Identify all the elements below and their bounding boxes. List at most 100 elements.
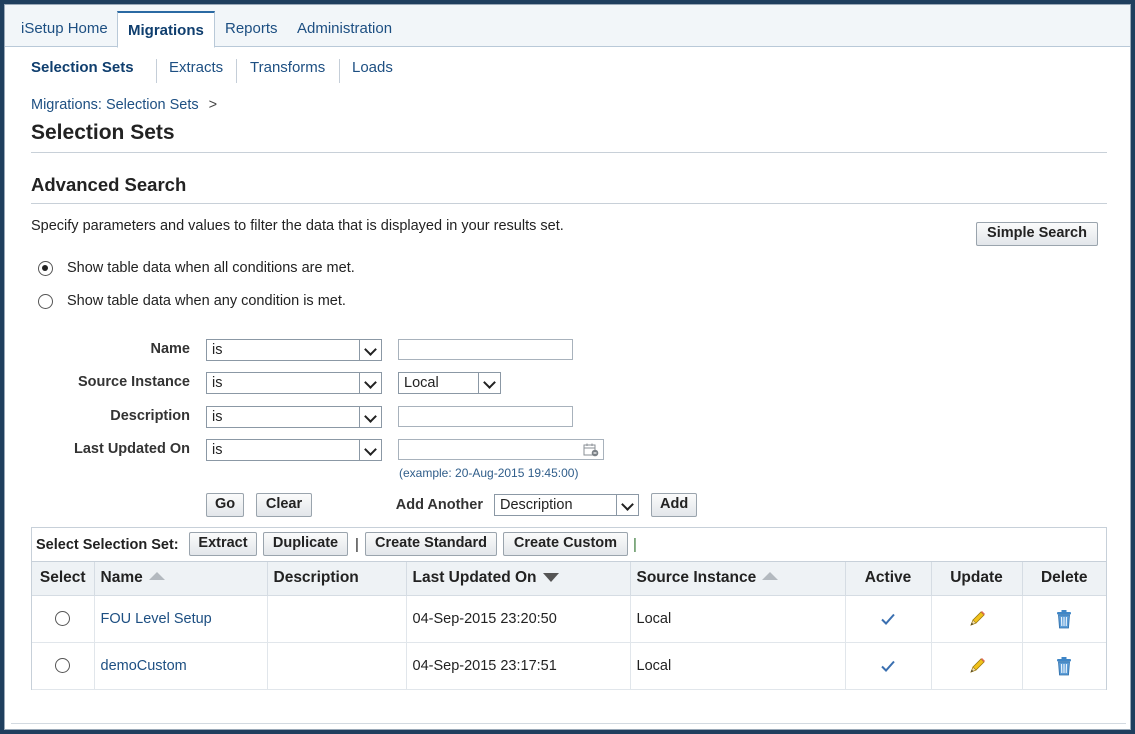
create-custom-button[interactable]: Create Custom (503, 532, 628, 556)
description-label: Description (110, 408, 190, 424)
column-header-update: Update (931, 562, 1023, 596)
results-table: Select Selection Set: Extract Duplicate … (31, 527, 1107, 690)
page-title: Selection Sets (31, 121, 175, 144)
selection-sets-table: Select Name Description Last Updated On … (32, 562, 1106, 690)
name-operator-value: is (212, 342, 223, 358)
radio-any-label: Show table data when any condition is me… (67, 293, 346, 309)
add-another-select[interactable]: Description (494, 494, 639, 516)
subtab-transforms[interactable]: Transforms (250, 59, 325, 76)
last-updated-operator-select[interactable]: is (206, 439, 382, 461)
row-name-link[interactable]: demoCustom (94, 642, 268, 690)
subtab-extracts[interactable]: Extracts (169, 59, 223, 76)
checkmark-icon (881, 660, 895, 672)
row-source-instance: Local (630, 595, 846, 643)
extract-button[interactable]: Extract (189, 532, 257, 556)
row-select-radio[interactable] (55, 658, 71, 674)
source-instance-operator-select[interactable]: is (206, 372, 382, 394)
description-value-input[interactable] (398, 406, 573, 427)
last-updated-operator-value: is (212, 442, 223, 458)
name-value-input[interactable] (398, 339, 573, 360)
section-title: Advanced Search (31, 174, 187, 195)
sort-ascending-icon[interactable] (762, 572, 779, 581)
name-label: Name (150, 341, 191, 357)
column-header-select: Select (32, 562, 95, 596)
column-header-last-updated[interactable]: Last Updated On (406, 562, 631, 596)
pencil-icon[interactable] (967, 656, 987, 676)
radio-all-conditions[interactable] (38, 261, 53, 276)
source-instance-value-select[interactable]: Local (398, 372, 501, 394)
tab-administration[interactable]: Administration (287, 11, 402, 47)
add-another-value: Description (500, 497, 573, 513)
trash-icon[interactable] (1055, 609, 1073, 629)
row-last-updated: 04-Sep-2015 23:20:50 (406, 595, 631, 643)
column-header-description: Description (267, 562, 407, 596)
table-header-row: Select Name Description Last Updated On … (32, 562, 1106, 596)
subtab-divider (236, 59, 237, 83)
add-another-label: Add Another (395, 497, 483, 513)
row-delete-cell (1022, 595, 1106, 643)
app-window: iSetup Home Migrations Reports Administr… (4, 4, 1131, 730)
source-instance-operator-value: is (212, 375, 223, 391)
column-header-last-updated-label: Last Updated On (412, 569, 537, 587)
calendar-icon[interactable] (583, 443, 599, 457)
description-operator-select[interactable]: is (206, 406, 382, 428)
row-description (267, 595, 407, 643)
radio-any-condition[interactable] (38, 294, 53, 309)
chevron-down-icon (359, 373, 381, 393)
chevron-down-icon (359, 407, 381, 427)
row-description (267, 642, 407, 690)
section-divider (31, 203, 1107, 204)
last-updated-label: Last Updated On (73, 441, 190, 457)
subtab-divider (339, 59, 340, 83)
toolbar-separator: | (633, 536, 637, 553)
chevron-down-icon (478, 373, 500, 393)
name-operator-select[interactable]: is (206, 339, 382, 361)
column-header-name[interactable]: Name (94, 562, 268, 596)
description-operator-value: is (212, 409, 223, 425)
subtab-loads[interactable]: Loads (352, 59, 393, 76)
column-header-name-label: Name (100, 569, 143, 587)
table-row: FOU Level Setup 04-Sep-2015 23:20:50 Loc… (32, 595, 1106, 643)
breadcrumb: Migrations: Selection Sets > (31, 97, 217, 113)
footer-divider (11, 723, 1126, 724)
subtab-selection-sets[interactable]: Selection Sets (31, 59, 134, 76)
create-standard-button[interactable]: Create Standard (365, 532, 497, 556)
pencil-icon[interactable] (967, 609, 987, 629)
row-last-updated: 04-Sep-2015 23:17:51 (406, 642, 631, 690)
go-button[interactable]: Go (206, 493, 244, 517)
row-select-cell (32, 642, 95, 690)
chevron-down-icon (359, 340, 381, 360)
row-active-cell (845, 642, 932, 690)
add-button[interactable]: Add (651, 493, 697, 517)
sort-ascending-icon[interactable] (148, 572, 165, 581)
tab-isetup-home[interactable]: iSetup Home (11, 11, 118, 47)
breadcrumb-link-migrations[interactable]: Migrations: Selection Sets (31, 97, 199, 113)
row-source-instance: Local (630, 642, 846, 690)
table-toolbar-label: Select Selection Set: (36, 537, 179, 553)
sort-descending-icon[interactable] (542, 572, 559, 582)
simple-search-button[interactable]: Simple Search (976, 222, 1098, 246)
row-update-cell (931, 595, 1023, 643)
chevron-down-icon (359, 440, 381, 460)
search-instructions: Specify parameters and values to filter … (31, 218, 564, 234)
source-instance-value: Local (404, 375, 439, 391)
last-updated-date-input[interactable] (398, 439, 604, 460)
duplicate-button[interactable]: Duplicate (263, 532, 348, 556)
toolbar-separator: | (355, 536, 359, 553)
table-toolbar: Select Selection Set: Extract Duplicate … (32, 528, 1106, 562)
table-row: demoCustom 04-Sep-2015 23:17:51 Local (32, 642, 1106, 690)
tab-reports[interactable]: Reports (215, 11, 288, 47)
row-delete-cell (1022, 642, 1106, 690)
sub-tab-bar: Selection Sets Extracts Transforms Loads (5, 48, 1130, 84)
column-header-source-instance[interactable]: Source Instance (630, 562, 846, 596)
tab-migrations[interactable]: Migrations (117, 11, 215, 48)
column-header-active: Active (845, 562, 932, 596)
trash-icon[interactable] (1055, 656, 1073, 676)
subtab-divider (156, 59, 157, 83)
row-name-link[interactable]: FOU Level Setup (94, 595, 268, 643)
row-select-cell (32, 595, 95, 643)
radio-all-label: Show table data when all conditions are … (67, 260, 355, 276)
breadcrumb-arrow: > (208, 97, 218, 113)
checkmark-icon (881, 613, 895, 625)
row-select-radio[interactable] (55, 611, 71, 627)
